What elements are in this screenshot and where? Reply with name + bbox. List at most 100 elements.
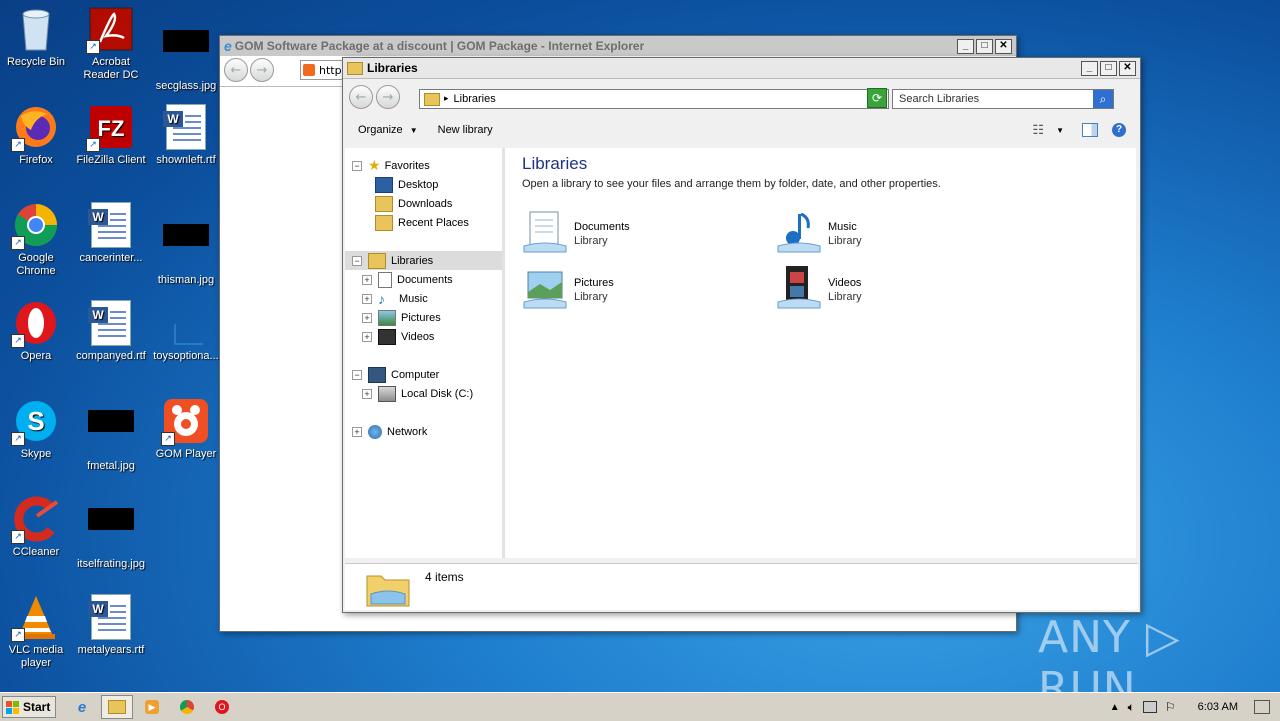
pictures-icon: [378, 309, 396, 326]
desktop-icon-cancerinter[interactable]: W cancerinter...: [73, 202, 149, 265]
show-hidden-icons-icon[interactable]: ▲: [1110, 702, 1120, 713]
explorer-close-button[interactable]: ✕: [1119, 60, 1136, 76]
ie-nav-buttons: ← →: [224, 58, 274, 82]
explorer-title-bar[interactable]: Libraries _ □ ✕: [343, 58, 1140, 79]
desktop-icon-opera[interactable]: ↗ Opera: [0, 300, 74, 363]
collapse-icon[interactable]: −: [352, 255, 362, 266]
desktop-icon-skype[interactable]: S ↗ Skype: [0, 398, 74, 461]
library-item-documents[interactable]: Documents Library: [522, 210, 630, 254]
tree-item-libraries[interactable]: − Libraries: [345, 251, 502, 270]
tree-item-music[interactable]: + ♪ Music: [362, 289, 428, 308]
tree-item-documents[interactable]: + Documents: [362, 270, 453, 289]
ie-maximize-button[interactable]: □: [976, 38, 993, 54]
breadcrumb-libraries[interactable]: Libraries: [454, 93, 496, 105]
desktop-icon-ccleaner[interactable]: ↗ CCleaner: [0, 496, 74, 559]
collapse-icon[interactable]: −: [352, 160, 362, 171]
desktop-icon-toysoptiona[interactable]: toysoptiona...: [148, 300, 224, 363]
breadcrumb-arrow-icon[interactable]: ▸: [444, 94, 449, 104]
tree-item-recent-places[interactable]: Recent Places: [375, 213, 469, 232]
expand-icon[interactable]: +: [362, 388, 372, 399]
desktop-icon-recycle-bin[interactable]: Recycle Bin: [0, 6, 74, 69]
explorer-minimize-button[interactable]: _: [1081, 60, 1098, 76]
computer-icon: [368, 366, 386, 383]
network-status-icon[interactable]: [1142, 701, 1157, 713]
ie-title-bar[interactable]: e GOM Software Package at a discount | G…: [220, 36, 1016, 56]
firefox-icon: ↗: [11, 104, 59, 152]
ie-logo-icon: e: [224, 38, 232, 54]
library-item-music[interactable]: Music Library: [776, 210, 862, 254]
desktop-icon-chrome[interactable]: ↗ Google Chrome: [0, 202, 74, 278]
windows-logo-icon: [6, 700, 19, 714]
desktop-icon-thisman[interactable]: thisman.jpg: [148, 202, 224, 287]
taskbar-media-player-button[interactable]: ▶: [136, 695, 168, 719]
desktop-icon-acrobat[interactable]: ↗ Acrobat Reader DC: [73, 6, 149, 82]
tree-item-downloads[interactable]: Downloads: [375, 194, 452, 213]
library-item-videos[interactable]: Videos Library: [776, 266, 862, 310]
desktop-icon-itselfrating[interactable]: itselfrating.jpg: [73, 496, 149, 571]
image-file-icon: [163, 224, 209, 270]
expand-icon[interactable]: +: [352, 426, 362, 437]
view-options-dropdown-icon[interactable]: ▼: [1056, 126, 1064, 135]
recycle-bin-icon: [13, 6, 59, 52]
desktop-icon-firefox[interactable]: ↗ Firefox: [0, 104, 74, 167]
tree-item-pictures[interactable]: + Pictures: [362, 308, 441, 327]
site-favicon-icon: [303, 64, 315, 76]
clock[interactable]: 6:03 AM: [1198, 701, 1238, 713]
library-item-pictures[interactable]: Pictures Library: [522, 266, 614, 310]
pictures-library-icon: [522, 266, 568, 310]
desktop-icon-filezilla[interactable]: FZ ↗ FileZilla Client: [73, 104, 149, 167]
show-desktop-button[interactable]: [1254, 700, 1270, 714]
explorer-forward-button[interactable]: →: [376, 85, 400, 109]
ie-forward-button[interactable]: →: [250, 58, 274, 82]
explorer-window[interactable]: Libraries _ □ ✕ ← → ▸ Libraries ▼ ⟳ Sear…: [342, 57, 1141, 613]
svg-text:FZ: FZ: [98, 116, 125, 141]
taskbar-explorer-button[interactable]: [101, 695, 133, 719]
desktop-icon-fmetal[interactable]: fmetal.jpg: [73, 398, 149, 473]
library-type: Library: [828, 291, 862, 303]
desktop-icon-shownleft[interactable]: W shownleft.rtf: [148, 104, 224, 167]
expand-icon[interactable]: +: [362, 274, 372, 285]
search-libraries-input[interactable]: Search Libraries ⌕: [892, 89, 1114, 109]
expand-icon[interactable]: +: [362, 312, 372, 323]
action-center-flag-icon[interactable]: ⚐: [1165, 700, 1176, 714]
refresh-button[interactable]: ⟳: [867, 88, 887, 108]
new-library-button[interactable]: New library: [438, 124, 493, 136]
change-view-icon[interactable]: ☷: [1032, 122, 1044, 138]
chrome-icon: ↗: [11, 202, 59, 250]
search-icon[interactable]: ⌕: [1093, 90, 1113, 108]
tree-item-network[interactable]: + Network: [352, 422, 427, 441]
ie-close-button[interactable]: ✕: [995, 38, 1012, 54]
start-button[interactable]: Start: [2, 696, 56, 718]
tree-item-computer[interactable]: − Computer: [352, 365, 439, 384]
expand-icon[interactable]: +: [362, 293, 372, 304]
help-icon[interactable]: ?: [1112, 123, 1126, 137]
tree-item-videos[interactable]: + Videos: [362, 327, 434, 346]
details-pane: 4 items: [345, 563, 1138, 610]
expand-icon[interactable]: +: [362, 331, 372, 342]
volume-icon[interactable]: 🔈︎: [1128, 700, 1135, 715]
organize-dropdown-icon: ▼: [409, 126, 418, 135]
taskbar-ie-button[interactable]: e: [66, 695, 98, 719]
desktop-icon-vlc[interactable]: ↗ VLC media player: [0, 594, 74, 670]
music-library-icon: [776, 210, 822, 254]
tree-item-desktop[interactable]: Desktop: [375, 175, 438, 194]
taskbar-opera-button[interactable]: O: [206, 695, 238, 719]
ie-minimize-button[interactable]: _: [957, 38, 974, 54]
tree-item-favorites[interactable]: − ★ Favorites: [352, 156, 430, 175]
ie-back-button[interactable]: ←: [224, 58, 248, 82]
collapse-icon[interactable]: −: [352, 369, 362, 380]
taskbar-chrome-button[interactable]: [171, 695, 203, 719]
videos-library-icon: [776, 266, 822, 310]
preview-pane-icon[interactable]: [1082, 123, 1098, 137]
desktop-icon-metalyears[interactable]: W metalyears.rtf: [73, 594, 149, 657]
libraries-heading: Libraries: [522, 154, 588, 173]
desktop-icon-companyed[interactable]: W companyed.rtf: [73, 300, 149, 363]
desktop-icon-secglass[interactable]: secglass.jpg: [148, 6, 224, 93]
desktop-icon-gom-player[interactable]: ↗ GOM Player: [148, 398, 224, 461]
explorer-back-button[interactable]: ←: [349, 85, 373, 109]
libraries-description: Open a library to see your files and arr…: [522, 178, 941, 190]
organize-button[interactable]: Organize ▼: [358, 124, 418, 136]
explorer-maximize-button[interactable]: □: [1100, 60, 1117, 76]
explorer-address-bar[interactable]: ▸ Libraries ▼: [419, 89, 889, 109]
tree-item-local-disk[interactable]: + Local Disk (C:): [362, 384, 473, 403]
